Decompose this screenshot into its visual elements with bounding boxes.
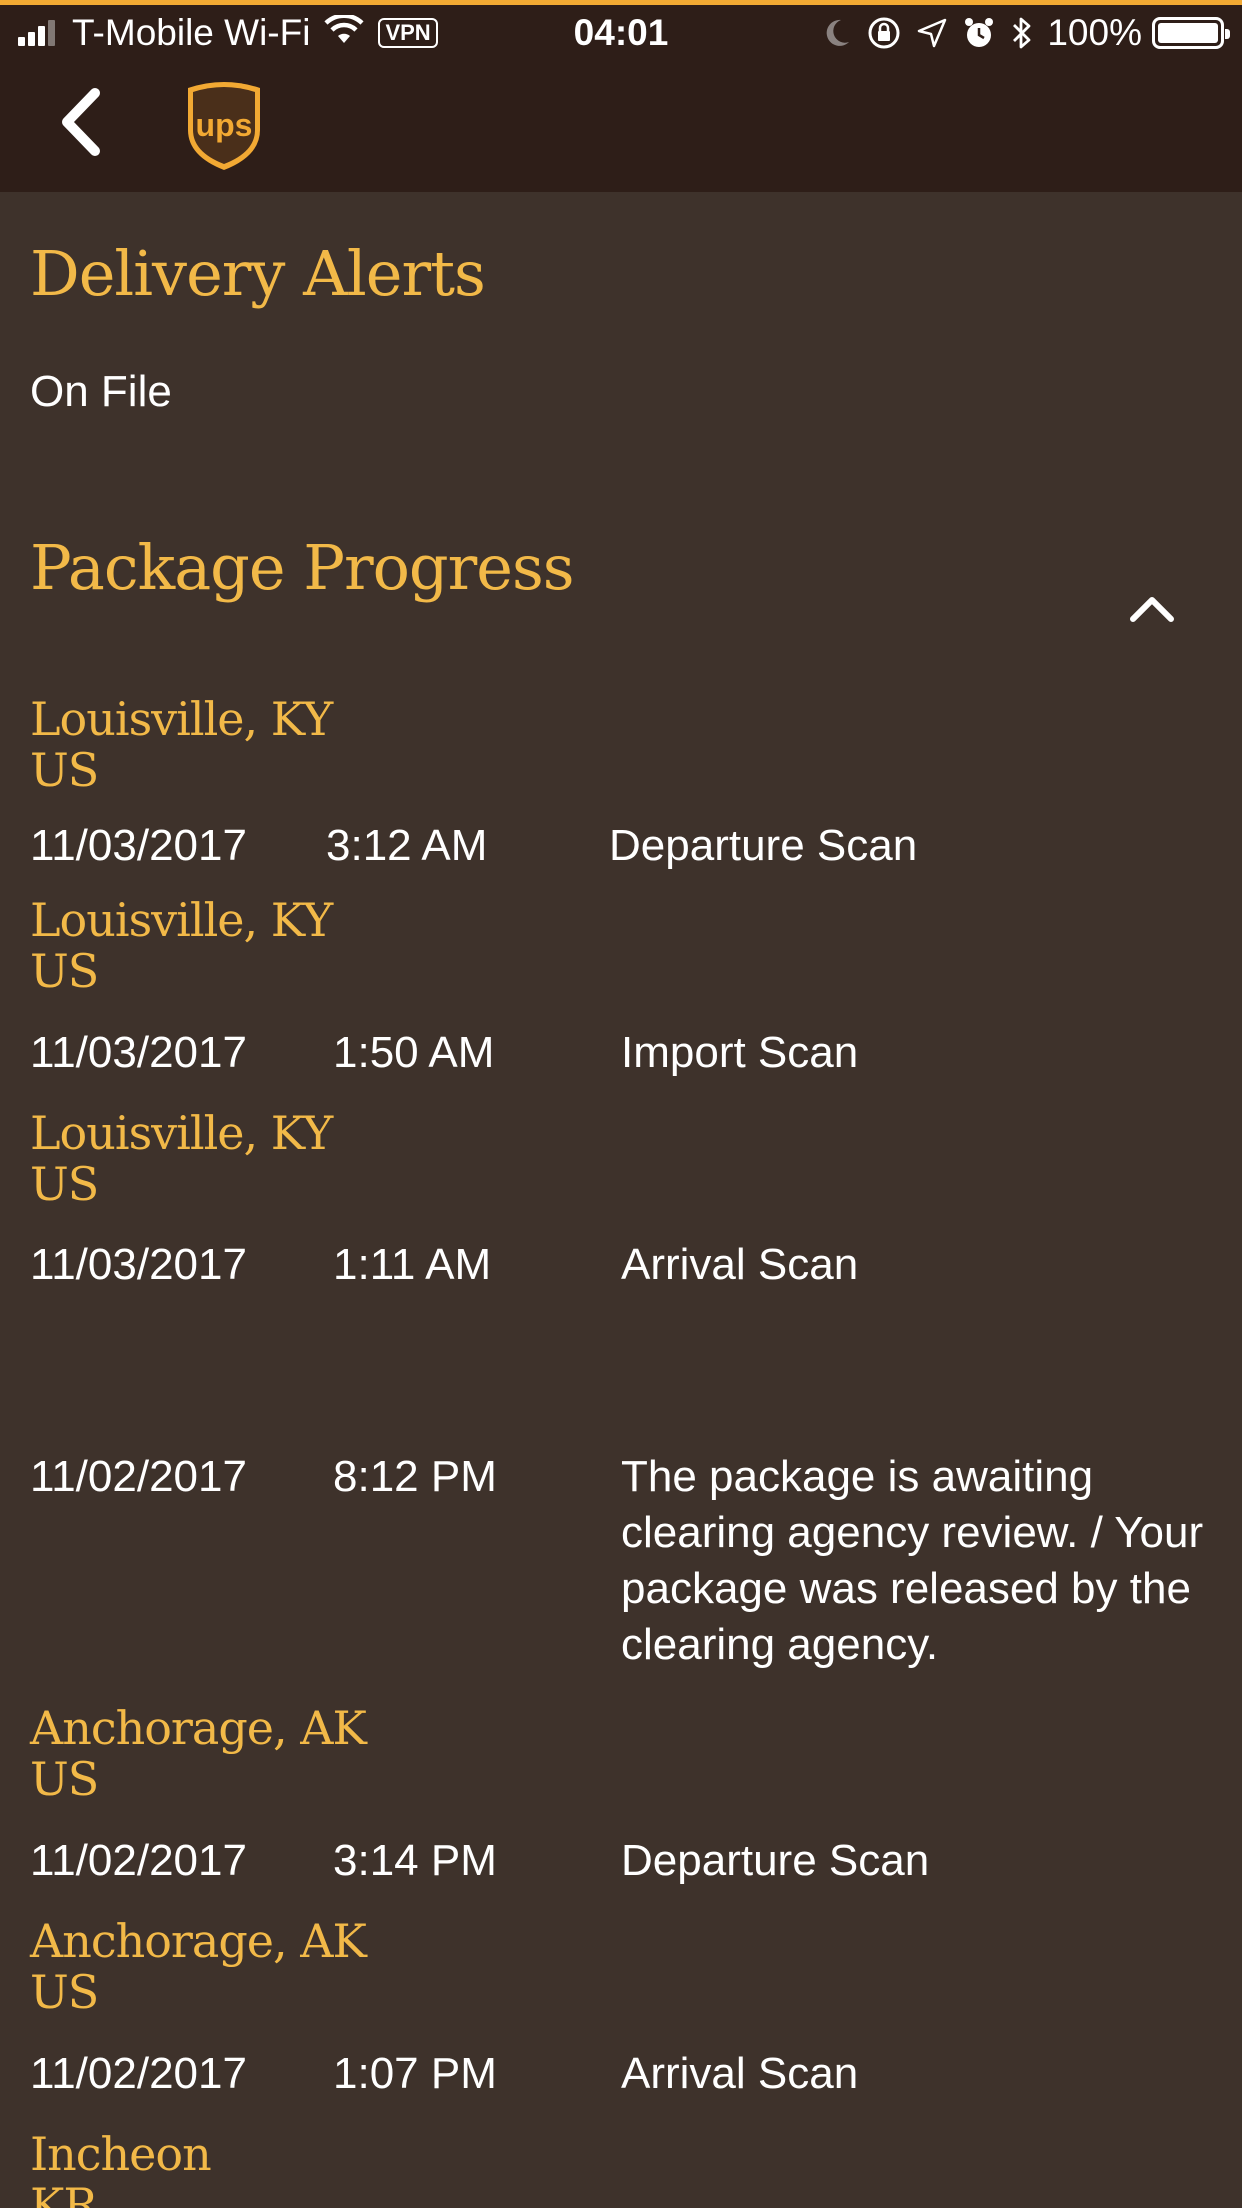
event-location: Louisville, KY US (30, 1106, 333, 1211)
event-date: 11/02/2017 (30, 2049, 247, 2098)
event-location: Incheon KR (30, 2127, 212, 2208)
event-country: US (30, 944, 99, 998)
chevron-left-icon (62, 88, 100, 156)
event-time: 1:11 AM (333, 1240, 492, 1289)
event-time: 1:07 PM (333, 2049, 497, 2098)
event-description: The package is awaiting clearing agency … (621, 1452, 1204, 1669)
event-location: Anchorage, AK US (30, 1914, 367, 2019)
event-city: Anchorage, AK (30, 1701, 367, 1755)
screen: T-Mobile Wi-Fi VPN 04:01 100% ups Delive… (0, 0, 1242, 2208)
event-time: 8:12 PM (333, 1452, 497, 1501)
ups-logo-text: ups (196, 107, 253, 143)
moon-icon (823, 18, 851, 48)
event-date: 11/03/2017 (30, 1240, 247, 1289)
collapse-button[interactable] (1126, 582, 1178, 634)
event-city: Incheon (30, 2127, 212, 2181)
event-country: US (30, 1752, 99, 1806)
delivery-alerts-value: On File (30, 367, 172, 416)
bluetooth-icon (1011, 16, 1033, 50)
event-country: US (30, 1965, 99, 2019)
nav-bar: ups (0, 60, 1242, 192)
ups-logo: ups (184, 78, 264, 172)
package-progress-title: Package Progress (30, 531, 575, 604)
event-time: 1:50 AM (333, 1028, 495, 1077)
event-country: KR (30, 2178, 98, 2208)
event-date: 11/03/2017 (30, 1028, 247, 1077)
status-bar: T-Mobile Wi-Fi VPN 04:01 100% (0, 5, 1242, 60)
chevron-up-icon (1130, 597, 1174, 622)
back-button[interactable] (40, 82, 120, 162)
event-city: Louisville, KY (30, 1106, 333, 1160)
location-arrow-icon (917, 18, 947, 48)
event-city: Anchorage, AK (30, 1914, 367, 1968)
event-country: US (30, 1157, 99, 1211)
battery-icon (1152, 17, 1230, 49)
event-location: Louisville, KY US (30, 893, 333, 998)
event-time: 3:14 PM (333, 1836, 497, 1885)
alarm-icon (963, 17, 995, 49)
event-description: Arrival Scan (621, 1240, 859, 1289)
battery-percentage: 100% (1047, 12, 1142, 53)
event-description: Import Scan (621, 1028, 859, 1077)
rotation-lock-icon (867, 16, 901, 50)
event-country: US (30, 743, 99, 797)
event-date: 11/02/2017 (30, 1836, 247, 1885)
event-time: 3:12 AM (326, 821, 488, 870)
event-date: 11/02/2017 (30, 1452, 247, 1501)
event-description: Departure Scan (621, 1836, 930, 1885)
event-city: Louisville, KY (30, 692, 333, 746)
event-date: 11/03/2017 (30, 821, 247, 870)
event-location: Anchorage, AK US (30, 1701, 367, 1806)
event-location: Louisville, KY US (30, 692, 333, 797)
event-description: Arrival Scan (621, 2049, 859, 2098)
event-city: Louisville, KY (30, 893, 333, 947)
status-right: 100% (807, 11, 1230, 55)
delivery-alerts-title: Delivery Alerts (30, 237, 486, 310)
event-description: Departure Scan (609, 821, 918, 870)
